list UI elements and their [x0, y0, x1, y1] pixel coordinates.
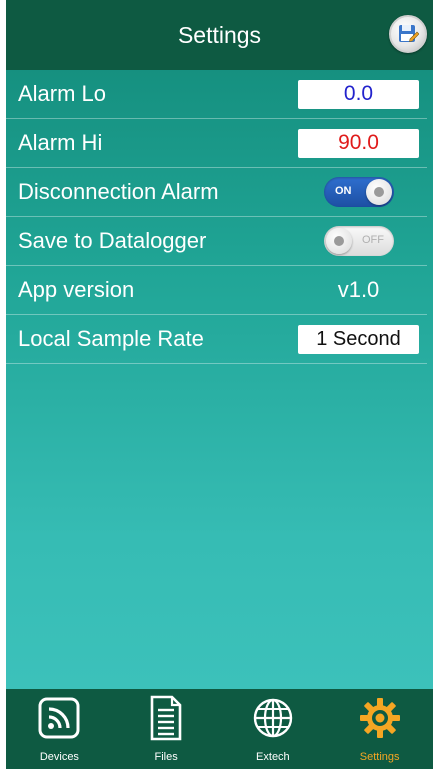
disconnection-alarm-label: Disconnection Alarm [18, 179, 219, 204]
app-version-label: App version [18, 277, 135, 302]
file-document-icon [150, 695, 182, 741]
app-screen: Settings Alarm Lo 0.0 Alarm Hi 90.0 Disc… [6, 0, 433, 769]
alarm-lo-row: Alarm Lo 0.0 [6, 70, 427, 119]
app-version-row: App version v1.0 [6, 266, 427, 315]
save-to-datalogger-row: Save to Datalogger OFF [6, 217, 427, 266]
tab-settings-label: Settings [359, 751, 400, 763]
toggle-state-text: OFF [362, 234, 384, 246]
disconnection-alarm-row: Disconnection Alarm ON [6, 168, 427, 217]
gear-icon [359, 698, 400, 738]
toggle-knob [326, 228, 352, 254]
page-title: Settings [177, 21, 262, 48]
header-bar: Settings [6, 0, 433, 70]
tab-settings[interactable]: Settings [326, 689, 433, 769]
save-to-datalogger-toggle[interactable]: OFF [324, 226, 394, 256]
tab-extech[interactable]: Extech [220, 689, 327, 769]
bottom-tab-bar: Devices Files Extech Settings [6, 689, 433, 769]
save-to-datalogger-label: Save to Datalogger [18, 228, 207, 253]
app-version-value: v1.0 [337, 277, 380, 302]
tab-extech-label: Extech [256, 751, 290, 763]
tab-devices[interactable]: Devices [6, 689, 113, 769]
save-button[interactable] [389, 15, 427, 53]
alarm-lo-label: Alarm Lo [18, 81, 107, 106]
settings-list: Alarm Lo 0.0 Alarm Hi 90.0 Disconnection… [6, 70, 433, 364]
local-sample-rate-select[interactable]: 1 Second [298, 324, 419, 354]
local-sample-rate-label: Local Sample Rate [18, 326, 204, 351]
alarm-lo-input[interactable]: 0.0 [298, 79, 419, 109]
globe-icon [253, 698, 293, 738]
alarm-hi-label: Alarm Hi [18, 130, 103, 155]
toggle-knob [366, 179, 392, 205]
tab-files[interactable]: Files [113, 689, 220, 769]
disconnection-alarm-toggle[interactable]: ON [324, 177, 394, 207]
save-edit-icon [399, 25, 419, 42]
local-sample-rate-row: Local Sample Rate 1 Second [6, 315, 427, 364]
tab-files-label: Files [154, 751, 178, 763]
alarm-hi-input[interactable]: 90.0 [298, 128, 419, 158]
alarm-hi-row: Alarm Hi 90.0 [6, 119, 427, 168]
tab-devices-label: Devices [39, 751, 79, 763]
wireless-device-icon [38, 697, 80, 739]
toggle-state-text: ON [335, 185, 352, 197]
